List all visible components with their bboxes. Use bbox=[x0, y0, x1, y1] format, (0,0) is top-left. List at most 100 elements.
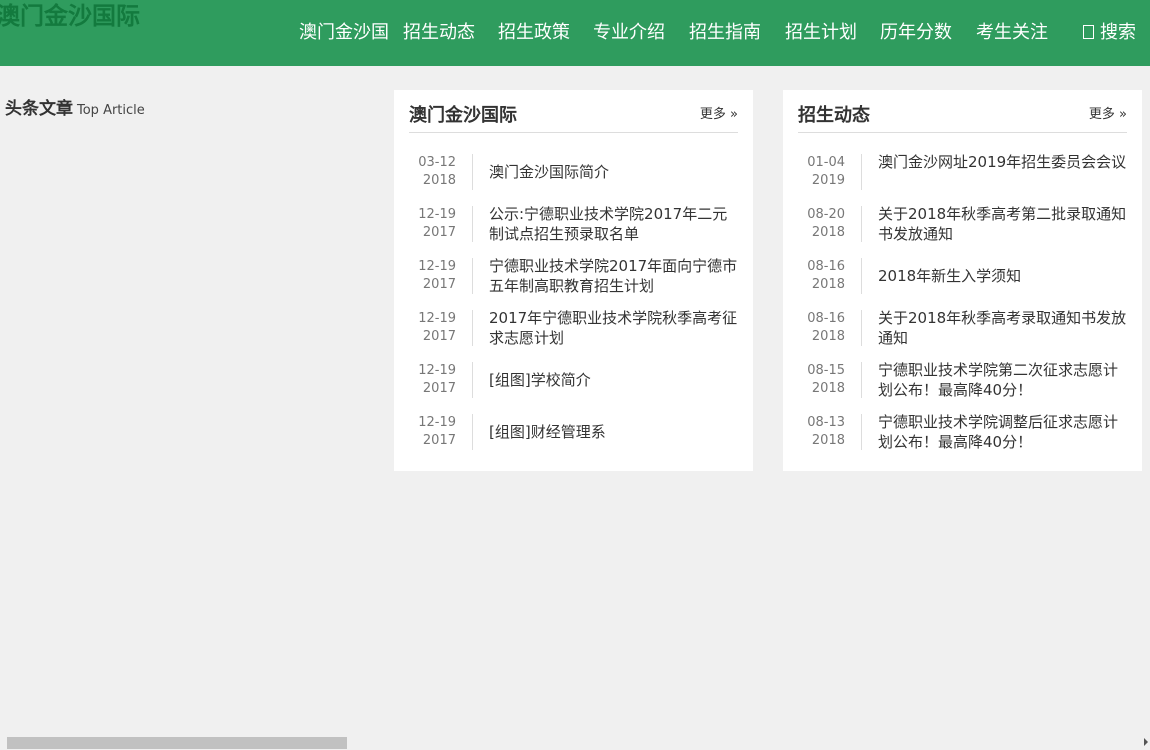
panel-title: 澳门金沙国际 bbox=[409, 105, 517, 126]
news-panel-intro: 澳门金沙国际 更多 » 03-12 2018 澳门金沙国际简介 12-19 20… bbox=[394, 90, 753, 471]
item-date: 08-15 2018 bbox=[793, 362, 845, 398]
item-date-md: 08-13 bbox=[807, 415, 845, 430]
item-date-year: 2018 bbox=[422, 173, 456, 188]
divider bbox=[472, 258, 473, 294]
divider bbox=[472, 414, 473, 450]
item-date-year: 2017 bbox=[422, 381, 456, 396]
item-date-md: 08-20 bbox=[807, 207, 845, 222]
item-date-md: 12-19 bbox=[418, 259, 456, 274]
item-date-md: 12-19 bbox=[418, 311, 456, 326]
list-item[interactable]: 03-12 2018 澳门金沙国际简介 bbox=[394, 152, 753, 204]
more-link[interactable]: 更多 » bbox=[700, 103, 738, 122]
item-date: 12-19 2017 bbox=[404, 362, 456, 398]
item-date: 03-12 2018 bbox=[404, 154, 456, 190]
item-link[interactable]: 关于2018年秋季高考录取通知书发放通知 bbox=[878, 308, 1128, 348]
news-list: 03-12 2018 澳门金沙国际简介 12-19 2017 公示:宁德职业技术… bbox=[394, 152, 753, 464]
nav-item-5[interactable]: 招生计划 bbox=[785, 21, 857, 45]
headline-title-en: Top Article bbox=[77, 103, 145, 118]
item-date-year: 2018 bbox=[811, 433, 845, 448]
item-link[interactable]: 关于2018年秋季高考第二批录取通知书发放通知 bbox=[878, 204, 1128, 244]
search-label: 搜索 bbox=[1100, 22, 1136, 43]
divider bbox=[861, 414, 862, 450]
scrollbar-thumb[interactable] bbox=[7, 737, 347, 749]
list-item[interactable]: 12-19 2017 公示:宁德职业技术学院2017年二元制试点招生预录取名单 bbox=[394, 204, 753, 256]
item-link[interactable]: 2017年宁德职业技术学院秋季高考征求志愿计划 bbox=[489, 308, 739, 348]
item-link[interactable]: [组图]学校简介 bbox=[489, 370, 739, 390]
list-item[interactable]: 08-15 2018 宁德职业技术学院第二次征求志愿计划公布！最高降40分！ bbox=[783, 360, 1142, 412]
item-date: 01-04 2019 bbox=[793, 154, 845, 190]
horizontal-scrollbar[interactable] bbox=[0, 736, 1150, 750]
list-item[interactable]: 12-19 2017 [组图]学校简介 bbox=[394, 360, 753, 412]
item-date-md: 12-19 bbox=[418, 207, 456, 222]
item-date: 08-16 2018 bbox=[793, 258, 845, 294]
item-link[interactable]: 宁德职业技术学院第二次征求志愿计划公布！最高降40分！ bbox=[878, 360, 1128, 400]
list-item[interactable]: 12-19 2017 宁德职业技术学院2017年面向宁德市五年制高职教育招生计划 bbox=[394, 256, 753, 308]
item-link[interactable]: 宁德职业技术学院调整后征求志愿计划公布！最高降40分！ bbox=[878, 412, 1128, 452]
list-item[interactable]: 12-19 2017 [组图]财经管理系 bbox=[394, 412, 753, 464]
item-date-year: 2017 bbox=[422, 329, 456, 344]
list-item[interactable]: 12-19 2017 2017年宁德职业技术学院秋季高考征求志愿计划 bbox=[394, 308, 753, 360]
scroll-right-arrow-icon[interactable] bbox=[1144, 738, 1148, 746]
search-icon bbox=[1083, 25, 1094, 39]
item-date-md: 08-16 bbox=[807, 259, 845, 274]
item-date-year: 2017 bbox=[422, 433, 456, 448]
headline-title-cn: 头条文章 bbox=[5, 99, 73, 119]
item-date-year: 2017 bbox=[422, 225, 456, 240]
item-date: 08-13 2018 bbox=[793, 414, 845, 450]
item-link[interactable]: 澳门金沙国际简介 bbox=[489, 162, 739, 182]
list-item[interactable]: 08-16 2018 关于2018年秋季高考录取通知书发放通知 bbox=[783, 308, 1142, 360]
item-date: 08-16 2018 bbox=[793, 310, 845, 346]
nav-item-4[interactable]: 招生指南 bbox=[689, 21, 761, 45]
panel-header: 招生动态 更多 » bbox=[798, 90, 1127, 133]
list-item[interactable]: 08-16 2018 2018年新生入学须知 bbox=[783, 256, 1142, 308]
divider bbox=[861, 362, 862, 398]
divider bbox=[861, 310, 862, 346]
item-link[interactable]: 宁德职业技术学院2017年面向宁德市五年制高职教育招生计划 bbox=[489, 256, 739, 296]
item-date-md: 12-19 bbox=[418, 363, 456, 378]
item-date-md: 08-16 bbox=[807, 311, 845, 326]
list-item[interactable]: 08-13 2018 宁德职业技术学院调整后征求志愿计划公布！最高降40分！ bbox=[783, 412, 1142, 464]
news-list: 01-04 2019 澳门金沙网址2019年招生委员会会议 08-20 2018… bbox=[783, 152, 1142, 464]
item-link[interactable]: 澳门金沙网址2019年招生委员会会议 bbox=[878, 152, 1128, 172]
nav-item-7[interactable]: 考生关注 bbox=[976, 21, 1048, 45]
item-date: 12-19 2017 bbox=[404, 206, 456, 242]
divider bbox=[472, 206, 473, 242]
item-date-year: 2019 bbox=[811, 173, 845, 188]
nav-item-0[interactable]: 澳门金沙国 bbox=[299, 21, 389, 45]
more-link[interactable]: 更多 » bbox=[1089, 103, 1127, 122]
item-date-md: 03-12 bbox=[418, 155, 456, 170]
divider bbox=[861, 154, 862, 190]
headline-section-title: 头条文章 Top Article bbox=[5, 94, 145, 119]
news-panel-admission: 招生动态 更多 » 01-04 2019 澳门金沙网址2019年招生委员会会议 … bbox=[783, 90, 1142, 471]
divider bbox=[472, 154, 473, 190]
item-date: 12-19 2017 bbox=[404, 414, 456, 450]
panel-title: 招生动态 bbox=[798, 105, 870, 126]
item-date-year: 2018 bbox=[811, 277, 845, 292]
divider bbox=[861, 206, 862, 242]
item-date-md: 08-15 bbox=[807, 363, 845, 378]
item-date: 12-19 2017 bbox=[404, 310, 456, 346]
item-link[interactable]: 公示:宁德职业技术学院2017年二元制试点招生预录取名单 bbox=[489, 204, 739, 244]
panel-header: 澳门金沙国际 更多 » bbox=[409, 90, 738, 133]
nav-item-6[interactable]: 历年分数 bbox=[880, 21, 952, 45]
list-item[interactable]: 08-20 2018 关于2018年秋季高考第二批录取通知书发放通知 bbox=[783, 204, 1142, 256]
divider bbox=[861, 258, 862, 294]
nav-item-2[interactable]: 招生政策 bbox=[498, 21, 570, 45]
item-link[interactable]: [组图]财经管理系 bbox=[489, 422, 739, 442]
item-date-year: 2018 bbox=[811, 225, 845, 240]
divider bbox=[472, 362, 473, 398]
top-header-bar: 澳门金沙国际 澳门金沙国 招生动态 招生政策 专业介绍 招生指南 招生计划 历年… bbox=[0, 0, 1150, 66]
item-date-md: 12-19 bbox=[418, 415, 456, 430]
item-date-year: 2018 bbox=[811, 381, 845, 396]
list-item[interactable]: 01-04 2019 澳门金沙网址2019年招生委员会会议 bbox=[783, 152, 1142, 204]
item-date: 12-19 2017 bbox=[404, 258, 456, 294]
main-nav: 澳门金沙国 招生动态 招生政策 专业介绍 招生指南 招生计划 历年分数 考生关注 bbox=[0, 21, 1150, 47]
nav-item-1[interactable]: 招生动态 bbox=[403, 21, 475, 45]
item-date-year: 2018 bbox=[811, 329, 845, 344]
item-date: 08-20 2018 bbox=[793, 206, 845, 242]
nav-item-3[interactable]: 专业介绍 bbox=[593, 21, 665, 45]
divider bbox=[472, 310, 473, 346]
search-button[interactable]: 搜索 bbox=[1083, 21, 1136, 45]
item-link[interactable]: 2018年新生入学须知 bbox=[878, 266, 1128, 286]
item-date-year: 2017 bbox=[422, 277, 456, 292]
